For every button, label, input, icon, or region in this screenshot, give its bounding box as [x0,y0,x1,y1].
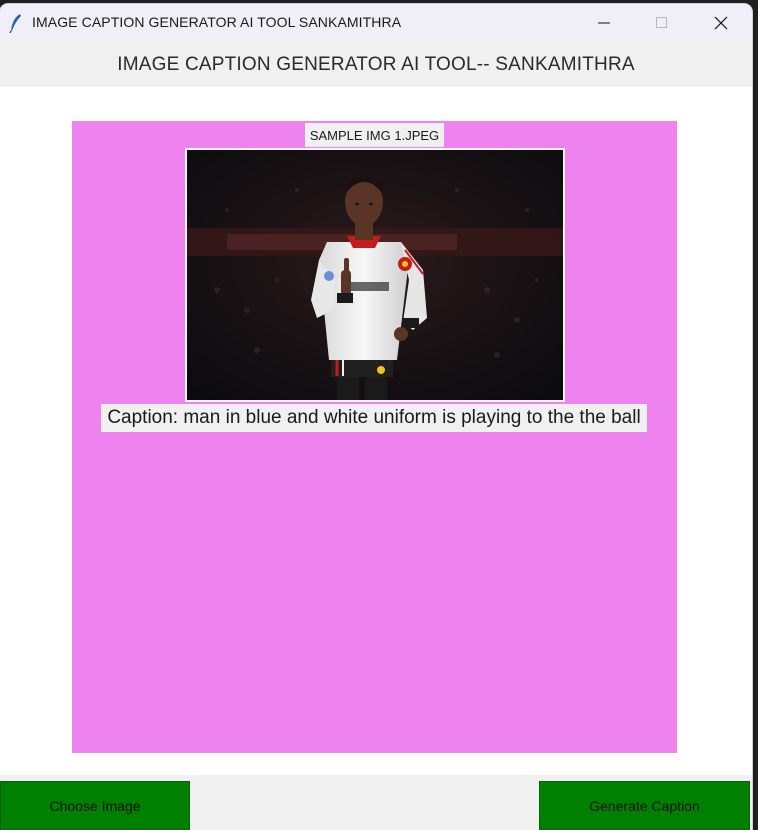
caption-text: Caption: man in blue and white uniform i… [101,404,647,432]
background-editor [752,0,758,830]
app-window: IMAGE CAPTION GENERATOR AI TOOL SANKAMIT… [0,4,752,830]
feather-icon [9,14,21,33]
minimize-icon [598,22,610,24]
close-icon [714,16,728,30]
bottom-toolbar: Choose Image Generate Caption [0,775,752,830]
title-bar[interactable]: IMAGE CAPTION GENERATOR AI TOOL SANKAMIT… [0,4,752,42]
generate-caption-button[interactable]: Generate Caption [539,781,750,830]
app-header: IMAGE CAPTION GENERATOR AI TOOL-- SANKAM… [0,42,752,87]
maximize-icon [656,17,667,28]
image-panel: SAMPLE IMG 1.JPEG Caption: man in blue a… [72,121,677,753]
main-content: SAMPLE IMG 1.JPEG Caption: man in blue a… [0,87,752,775]
selected-image [185,148,565,402]
minimize-button[interactable] [575,4,633,42]
image-filename-label: SAMPLE IMG 1.JPEG [305,123,444,147]
close-button[interactable] [692,4,750,42]
maximize-button[interactable] [633,4,691,42]
football-player-photo [187,150,563,400]
app-title: IMAGE CAPTION GENERATOR AI TOOL-- SANKAM… [117,53,635,75]
window-title: IMAGE CAPTION GENERATOR AI TOOL SANKAMIT… [32,14,402,30]
choose-image-button[interactable]: Choose Image [0,781,190,830]
